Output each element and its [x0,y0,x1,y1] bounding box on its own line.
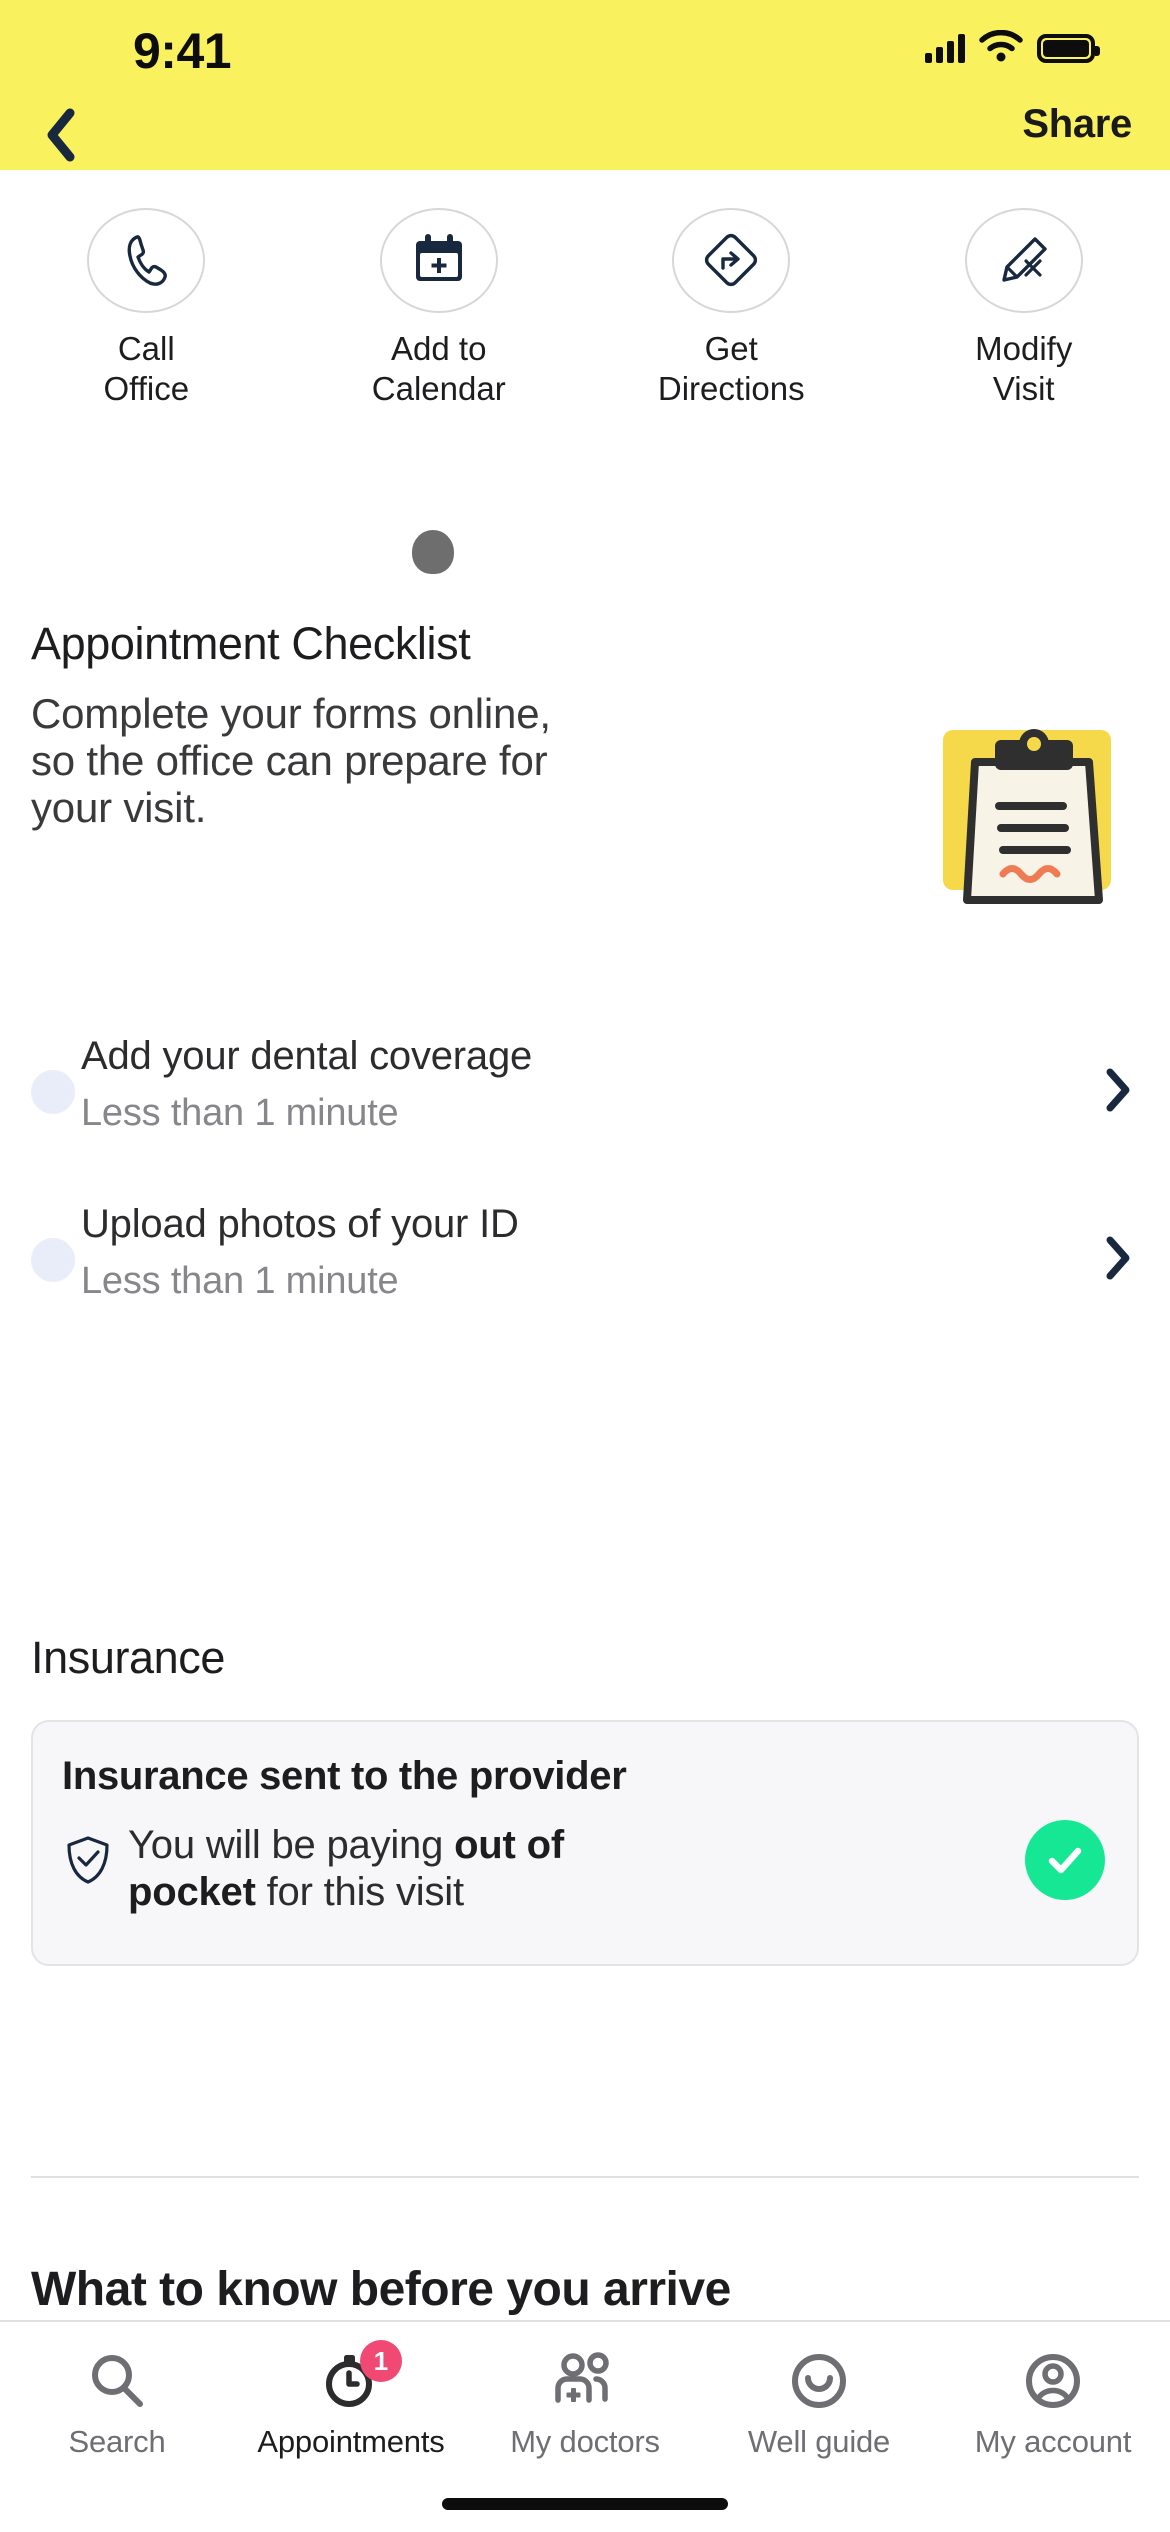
tab-search[interactable]: Search [0,2344,234,2460]
action-get-directions[interactable]: Get Directions [585,170,878,410]
tab-label: Appointments [257,2424,445,2459]
tab-well-guide[interactable]: Well guide [702,2344,936,2460]
chevron-right-icon[interactable] [1102,1234,1132,1287]
clock-icon: 1 [320,2340,402,2418]
insurance-body-suffix: for this visit [255,1869,464,1914]
status-dot [31,1070,75,1114]
checklist-item-dental-coverage[interactable]: Add your dental coverage Less than 1 min… [0,1020,1170,1160]
action-label: Add to Calendar [371,329,506,408]
calendar-plus-icon [415,234,462,282]
action-label: Get Directions [657,329,805,408]
mouse-cursor [412,530,454,574]
arrive-section-title: What to know before you arrive [31,2263,731,2316]
yellow-header: 9:41 Share [0,0,1170,170]
insurance-section-title: Insurance [31,1632,226,1683]
cellular-signal-icon [925,33,965,63]
check-circle-icon [1025,1820,1105,1900]
action-circle [672,208,791,313]
checklist-section-title: Appointment Checklist [31,618,471,669]
checklist-item-duration: Less than 1 minute [81,1092,399,1134]
battery-icon [1037,33,1100,63]
share-button[interactable]: Share [1022,102,1132,147]
wifi-icon [979,29,1023,67]
nav-bar: Share [0,100,1170,170]
home-indicator [442,2498,728,2510]
tab-my-doctors[interactable]: My doctors [468,2344,702,2460]
checklist-item-upload-id[interactable]: Upload photos of your ID Less than 1 min… [0,1188,1170,1328]
action-add-to-calendar[interactable]: Add to Calendar [293,170,586,410]
shield-check-icon [64,1834,112,1886]
pencil-edit-icon [1002,237,1047,283]
checklist-item-duration: Less than 1 minute [81,1260,399,1302]
back-button[interactable] [26,100,96,170]
directions-sign-icon [705,234,758,287]
status-bar: 9:41 [0,0,1170,100]
checklist-item-title: Add your dental coverage [81,1034,533,1078]
insurance-card-heading: Insurance sent to the provider [62,1754,627,1798]
insurance-card-body: You will be paying out of pocket for thi… [128,1822,658,1916]
clipboard-illustration [937,718,1133,918]
insurance-body-prefix: You will be paying [128,1823,455,1867]
search-icon [86,2344,148,2418]
tab-label: My account [974,2424,1132,2459]
checklist-item-title: Upload photos of your ID [81,1202,519,1246]
checklist-items: Add your dental coverage Less than 1 min… [0,1020,1170,2178]
action-circle [87,208,206,313]
action-label: Modify Visit [975,329,1073,408]
tab-label: Search [68,2424,166,2459]
phone-icon [127,235,168,287]
action-circle [379,208,498,313]
status-dot [31,1238,75,1282]
tab-label: Well guide [747,2424,891,2459]
insurance-status-card: Insurance sent to the provider You will … [31,1720,1139,1966]
quick-actions-row: Call Office Add to Calendar Get Directio… [0,170,1170,410]
account-icon [1022,2344,1084,2418]
action-modify-visit[interactable]: Modify Visit [878,170,1170,410]
chevron-right-icon[interactable] [1102,1066,1132,1119]
notification-badge: 1 [360,2340,402,2382]
doctors-icon [551,2344,619,2418]
action-call-office[interactable]: Call Office [0,170,293,410]
tab-label: My doctors [510,2424,660,2459]
checklist-description: Complete your forms online, so the offic… [31,690,551,832]
action-circle [964,208,1083,313]
status-icons [925,28,1100,68]
smiley-icon [788,2344,850,2418]
action-label: Call Office [103,329,190,408]
status-time: 9:41 [133,23,232,79]
app-screen: 9:41 Share Call Office Add to Calendar G… [0,0,1170,2532]
list-divider [31,2176,1139,2178]
tab-my-account[interactable]: My account [936,2344,1170,2460]
back-chevron-icon [47,108,75,162]
tab-appointments[interactable]: 1 Appointments [234,2340,468,2460]
